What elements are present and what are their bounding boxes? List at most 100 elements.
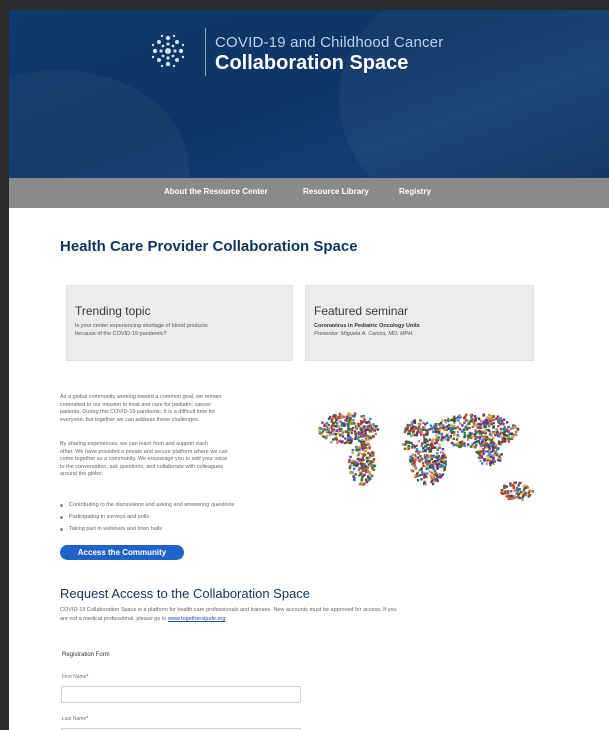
map-tile — [479, 459, 482, 462]
map-tile — [441, 426, 445, 430]
map-tile — [349, 416, 352, 420]
map-tile — [334, 433, 337, 436]
map-tile — [426, 467, 429, 470]
map-tile — [477, 456, 481, 459]
map-tile — [471, 425, 474, 429]
nav-item-about[interactable]: About the Resource Center — [164, 187, 268, 196]
map-tile — [336, 441, 339, 444]
map-tile — [484, 450, 487, 453]
map-tile — [425, 447, 428, 450]
main-nav: About the Resource Center Resource Libra… — [9, 178, 609, 208]
map-tile — [480, 440, 484, 444]
map-tile — [491, 447, 495, 450]
map-tile — [497, 453, 501, 456]
map-tile — [420, 431, 423, 434]
map-tile — [484, 438, 488, 442]
map-tile — [456, 426, 459, 429]
map-tile — [410, 429, 414, 432]
map-tile — [432, 465, 435, 468]
map-tile — [407, 432, 410, 436]
map-tile — [455, 417, 458, 420]
map-tile — [365, 421, 368, 424]
map-tile — [440, 424, 443, 427]
map-tile — [429, 424, 433, 427]
map-tile — [348, 427, 351, 431]
map-tile — [468, 422, 471, 425]
map-tile — [422, 433, 426, 437]
map-tile — [437, 454, 441, 458]
map-tile — [505, 434, 509, 437]
map-tile — [413, 428, 416, 431]
map-tile — [416, 428, 420, 431]
map-tile — [344, 437, 347, 440]
first-name-field[interactable] — [61, 686, 301, 703]
map-tile — [412, 460, 416, 463]
map-tile — [521, 498, 524, 501]
intro-line: around the globe: — [60, 471, 103, 478]
map-tile — [341, 432, 345, 435]
map-tile — [341, 440, 344, 443]
map-tile — [409, 424, 412, 427]
map-tile — [350, 464, 353, 467]
map-tile — [518, 481, 521, 485]
map-tile — [466, 434, 470, 437]
hero-background-shape — [9, 70, 189, 178]
map-tile — [412, 464, 416, 467]
map-tile — [330, 420, 333, 423]
map-tile — [343, 441, 346, 445]
map-tile — [357, 453, 360, 456]
featured-seminar-heading: Featured seminar — [314, 304, 409, 318]
map-tile — [486, 444, 489, 447]
map-tile — [439, 426, 443, 430]
map-tile — [484, 418, 488, 421]
featured-seminar-card[interactable]: Featured seminar Coronavirus in Pediatri… — [305, 285, 534, 361]
map-tile — [365, 457, 369, 460]
map-tile — [512, 484, 515, 487]
map-tile — [493, 432, 496, 435]
map-tile — [440, 451, 443, 454]
map-tile — [330, 441, 333, 444]
nav-item-registry[interactable]: Registry — [399, 187, 431, 196]
map-tile — [411, 444, 414, 447]
map-tile — [428, 438, 432, 441]
map-tile — [443, 435, 446, 439]
map-tile — [334, 437, 337, 440]
map-tile — [492, 421, 495, 425]
trending-topic-card[interactable]: Trending topic Is your center experienci… — [66, 285, 293, 361]
map-tile — [370, 451, 374, 454]
intro-line: patients. During this COVID-19 pandemic,… — [60, 409, 216, 416]
map-tile — [423, 426, 426, 429]
map-tile — [425, 428, 428, 432]
map-tile — [374, 425, 378, 428]
togetherstjude-link[interactable]: www.togetherstjude.org — [168, 616, 225, 622]
map-tile — [495, 453, 498, 457]
map-tile — [359, 467, 363, 470]
map-tile — [440, 436, 444, 439]
map-tile — [409, 456, 412, 459]
map-tile — [450, 441, 453, 445]
map-tile — [362, 474, 365, 477]
map-tile — [503, 425, 506, 429]
map-tile — [331, 418, 334, 421]
map-tile — [408, 429, 412, 433]
map-tile — [488, 459, 492, 462]
map-tile — [466, 443, 470, 446]
nav-item-resource-library[interactable]: Resource Library — [303, 187, 369, 196]
map-tile — [416, 430, 420, 434]
map-tile — [358, 457, 361, 461]
map-tile — [449, 434, 452, 438]
map-tile — [335, 429, 338, 432]
map-tile — [440, 457, 443, 460]
map-tile — [420, 444, 423, 448]
map-tile — [486, 457, 489, 460]
map-tile — [460, 430, 464, 433]
map-tile — [428, 465, 432, 469]
map-tile — [528, 494, 532, 497]
map-tile — [508, 432, 511, 435]
map-tile — [356, 422, 360, 426]
access-community-button[interactable]: Access the Community — [60, 545, 184, 560]
map-tile — [349, 455, 352, 459]
registration-form-title: Registration Form — [62, 652, 110, 658]
map-tile — [335, 425, 338, 428]
map-tile — [346, 416, 349, 419]
